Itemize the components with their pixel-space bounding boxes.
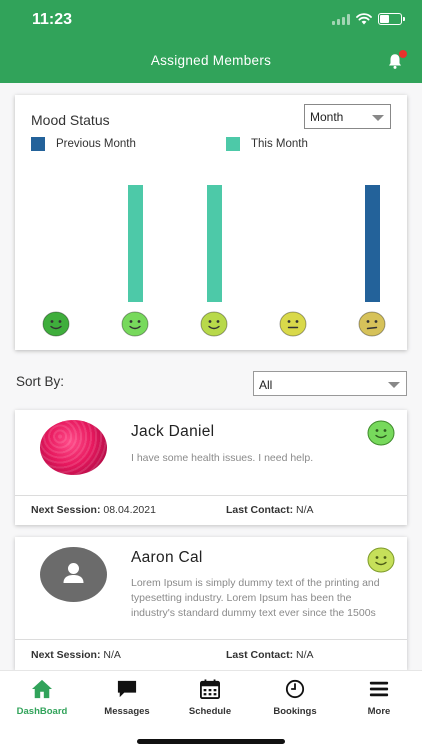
menu-icon [369, 681, 389, 697]
period-select-value: Month [310, 110, 344, 124]
signal-icon [332, 13, 350, 25]
home-indicator [137, 739, 285, 744]
last-contact: Last Contact: N/A [226, 649, 314, 661]
next-session: Next Session: 08.04.2021 [31, 504, 156, 516]
nav-more[interactable]: More [337, 679, 421, 717]
nav-label: Bookings [273, 706, 317, 717]
chevron-down-icon [372, 115, 384, 121]
legend-swatch-this [226, 137, 240, 151]
legend-label-previous: Previous Month [56, 138, 136, 150]
status-icons [332, 13, 405, 25]
nav-label: DashBoard [16, 706, 68, 717]
sort-select[interactable]: All [253, 371, 407, 396]
last-contact-value: N/A [296, 649, 314, 661]
chat-icon [117, 680, 137, 698]
wifi-icon [356, 13, 372, 25]
calendar-icon [200, 679, 220, 699]
sort-label: Sort By: [16, 374, 65, 389]
mood-bar-this-month [128, 185, 143, 302]
neutral-face-yellow-icon [279, 311, 307, 337]
sort-select-value: All [259, 378, 273, 392]
member-message: Lorem Ipsum is simply dummy text of the … [131, 577, 380, 619]
last-contact-label: Last Contact: [226, 504, 294, 516]
chevron-down-icon [388, 382, 400, 388]
card-divider [15, 495, 407, 496]
mood-bar-this-month [207, 185, 222, 302]
member-card[interactable]: Jack Daniel I have some health issues. I… [15, 410, 407, 525]
mood-status-title: Mood Status [31, 112, 110, 128]
member-name: Aaron Cal [131, 549, 203, 566]
legend-label-this: This Month [251, 138, 308, 150]
last-contact-value: N/A [296, 504, 314, 516]
nav-schedule[interactable]: Schedule [168, 679, 252, 717]
nav-label: More [367, 706, 391, 717]
sad-face-tan-icon [358, 311, 386, 337]
app-header: 11:23 Assigned Members [0, 0, 422, 83]
card-divider [15, 639, 407, 640]
member-name: Jack Daniel [131, 423, 215, 440]
page-title: Assigned Members [150, 53, 272, 68]
clock-icon [285, 679, 305, 699]
user-icon [63, 563, 84, 583]
next-session-value: 08.04.2021 [103, 504, 156, 516]
nav-bookings[interactable]: Bookings [253, 679, 337, 717]
next-session-label: Next Session: [31, 504, 101, 516]
last-contact-label: Last Contact: [226, 649, 294, 661]
happy-face-green-icon [367, 420, 395, 446]
period-select[interactable]: Month [304, 104, 391, 129]
notification-badge [399, 50, 407, 58]
bottom-nav: DashBoard Messages Schedule Bookings Mor… [0, 670, 422, 750]
next-session-label: Next Session: [31, 649, 101, 661]
status-time: 11:23 [32, 11, 73, 28]
avatar [40, 420, 107, 475]
nav-label: Messages [104, 706, 150, 717]
next-session: Next Session: N/A [31, 649, 121, 661]
member-card[interactable]: Aaron Cal Lorem Ipsum is simply dummy te… [15, 537, 407, 670]
nav-dashboard[interactable]: DashBoard [0, 679, 84, 717]
legend-swatch-previous [31, 137, 45, 151]
member-message: I have some health issues. I need help. [131, 452, 314, 464]
mood-bar-previous-month [365, 185, 380, 302]
battery-icon [378, 13, 405, 25]
avatar [40, 547, 107, 602]
next-session-value: N/A [103, 649, 121, 661]
happy-face-green-icon [121, 311, 149, 337]
nav-messages[interactable]: Messages [85, 679, 169, 717]
last-contact: Last Contact: N/A [226, 504, 314, 516]
happy-face-yellow-green-icon [200, 311, 228, 337]
happy-face-yellow-green-icon [367, 547, 395, 573]
mood-status-card: Mood Status Month Previous Month This Mo… [15, 95, 407, 350]
nav-label: Schedule [188, 706, 232, 717]
legend-previous-month: Previous Month [31, 137, 136, 151]
happy-face-dark-green-icon [42, 311, 70, 337]
legend-this-month: This Month [226, 137, 308, 151]
home-icon [32, 679, 52, 699]
